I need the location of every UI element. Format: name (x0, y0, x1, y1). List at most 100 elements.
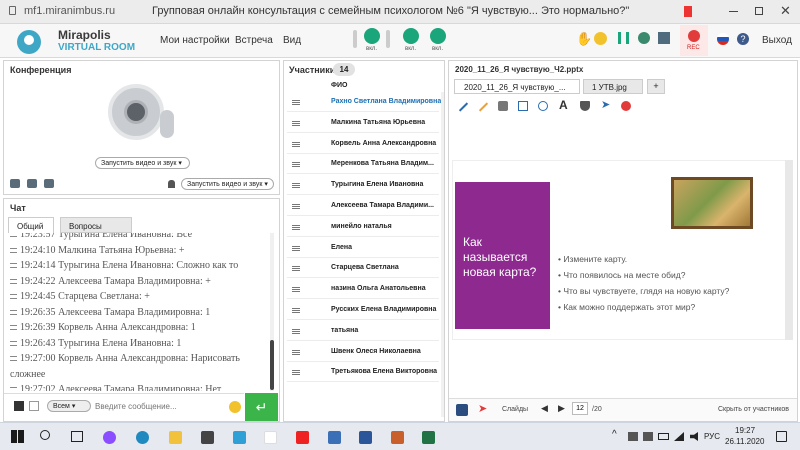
text-color-icon[interactable] (14, 401, 24, 411)
excel-icon[interactable] (422, 431, 435, 444)
record-button[interactable]: REC (680, 25, 708, 56)
drag-handle-icon[interactable] (292, 224, 300, 230)
tab-questions[interactable]: Вопросы (60, 217, 132, 233)
drag-handle-icon[interactable] (292, 328, 300, 334)
close-icon[interactable]: ✕ (780, 3, 791, 19)
participants-column-header[interactable]: ФИО (331, 82, 347, 89)
drag-handle-icon[interactable] (292, 183, 300, 189)
participant-row[interactable]: Меренкова Татьяна Владим... (287, 154, 439, 175)
hide-from-participants-button[interactable]: Скрыть от участников (718, 406, 789, 413)
draw-mode-icon[interactable] (456, 404, 468, 416)
participant-row[interactable]: Малкина Татьяна Юрьевна (287, 113, 439, 133)
tray-chevron-icon[interactable]: ^ (612, 429, 617, 440)
drag-handle-icon[interactable] (292, 162, 300, 168)
app-l-icon[interactable] (233, 431, 246, 444)
drag-handle-icon[interactable] (292, 370, 300, 376)
participant-row[interactable]: Рахно Светлана Владимировна (287, 92, 441, 112)
participant-row[interactable]: Корвель Анна Александровна (287, 134, 439, 154)
explorer-icon[interactable] (169, 431, 182, 444)
tray-icon-1[interactable] (628, 432, 638, 441)
pointer-tool-icon[interactable]: ➤ (601, 98, 610, 111)
prev-slide-button[interactable]: ◀ (541, 403, 548, 414)
language-flag-icon[interactable] (717, 33, 729, 45)
clear-tool-icon[interactable] (621, 101, 631, 111)
yandex-browser-icon[interactable] (264, 431, 277, 444)
recipient-select[interactable]: Всем ▾ (47, 400, 91, 412)
exit-button[interactable]: Выход (762, 35, 792, 46)
taskbar-search-icon[interactable] (40, 430, 50, 440)
clock-time[interactable]: 19:27 (735, 426, 755, 435)
participant-row[interactable]: минейло наталья (287, 217, 439, 237)
word-icon[interactable] (359, 431, 372, 444)
screen-share-button[interactable] (430, 28, 446, 44)
minimize-icon[interactable] (729, 11, 738, 12)
slide-scrollbar[interactable] (785, 160, 793, 340)
input-language[interactable]: РУС (704, 432, 720, 441)
send-button[interactable]: ↵ (245, 393, 278, 421)
users-icon[interactable] (638, 32, 650, 44)
slides-label[interactable]: Слайды (502, 406, 528, 413)
participant-row[interactable]: татьяна (287, 321, 439, 341)
drag-handle-icon[interactable] (292, 349, 300, 355)
mic-button[interactable] (364, 28, 380, 44)
start-video-audio-select-2[interactable]: Запустить видео и звук ▾ (181, 178, 274, 190)
participant-row[interactable]: Швенк Олеся Николаевна (287, 342, 439, 362)
eraser-tool-icon[interactable] (498, 101, 508, 111)
drag-handle-icon[interactable] (292, 245, 300, 251)
file-tab-jpg[interactable]: 1 УТВ.jpg (583, 79, 643, 94)
next-slide-button[interactable]: ▶ (558, 403, 565, 414)
stats-icon[interactable] (618, 32, 629, 44)
drag-handle-icon[interactable] (292, 308, 300, 313)
battery-icon[interactable] (658, 433, 669, 440)
task-view-icon[interactable] (71, 431, 83, 442)
help-icon[interactable]: ? (737, 33, 749, 45)
text-tool-icon[interactable]: A (559, 98, 568, 112)
windows-start-icon[interactable] (11, 430, 24, 443)
slide-number-input[interactable] (572, 402, 588, 415)
edge-icon[interactable] (136, 431, 149, 444)
drag-handle-icon[interactable] (292, 100, 300, 105)
participant-row[interactable]: Турыгина Елена Ивановна (287, 175, 439, 196)
store-icon[interactable] (201, 431, 214, 444)
participant-row[interactable]: Алексеева Тамара Владими... (287, 196, 439, 216)
menu-meeting[interactable]: Встреча (235, 35, 273, 46)
laser-pointer-icon[interactable]: ➤ (478, 402, 487, 415)
drag-handle-icon[interactable] (292, 287, 300, 293)
tray-icon-2[interactable] (643, 432, 653, 441)
ellipse-tool-icon[interactable] (538, 101, 548, 111)
drag-handle-icon[interactable] (292, 204, 300, 209)
tab-general[interactable]: Общий (8, 217, 54, 233)
participant-row[interactable]: Русских Елена Владимировна (287, 300, 439, 320)
emoji-picker-icon[interactable] (229, 401, 241, 413)
bg-color-icon[interactable] (29, 401, 39, 411)
drag-handle-icon[interactable] (292, 141, 300, 147)
menu-view[interactable]: Вид (283, 35, 301, 46)
restore-icon[interactable] (755, 7, 763, 15)
file-tab-pptx[interactable]: 2020_11_26_Я чувствую_... (454, 79, 580, 94)
notifications-icon[interactable] (776, 431, 787, 442)
start-video-audio-select[interactable]: Запустить видео и звук ▾ (95, 157, 190, 169)
participant-row[interactable]: Старцева Светлана (287, 258, 439, 279)
drag-handle-icon[interactable] (292, 266, 300, 272)
emoji-icon[interactable] (594, 32, 607, 45)
participant-row[interactable]: Елена (287, 238, 439, 258)
participants-scrollbar[interactable] (441, 92, 444, 417)
add-file-tab-button[interactable]: + (647, 79, 665, 94)
chat-scrollbar-thumb[interactable] (270, 340, 274, 390)
menu-my-settings[interactable]: Мои настройки (160, 35, 230, 46)
conf-tool-icon-2[interactable] (27, 179, 37, 188)
drag-handle-icon[interactable] (292, 120, 300, 126)
app-folder-icon[interactable] (328, 431, 341, 444)
clock-date[interactable]: 26.11.2020 (725, 437, 764, 446)
rectangle-tool-icon[interactable] (518, 101, 528, 111)
tools-icon[interactable] (658, 32, 670, 44)
conf-tool-icon-1[interactable] (10, 179, 20, 188)
network-icon[interactable] (674, 432, 684, 441)
participant-row[interactable]: назина Ольга Анатольевна (287, 279, 439, 300)
alice-icon[interactable] (103, 431, 116, 444)
photos-icon[interactable] (391, 431, 404, 444)
camera-button[interactable] (403, 28, 419, 44)
bookmark-icon[interactable] (684, 6, 692, 17)
browser-url[interactable]: mf1.miranimbus.ru (24, 5, 115, 17)
yandex-icon[interactable] (296, 431, 309, 444)
